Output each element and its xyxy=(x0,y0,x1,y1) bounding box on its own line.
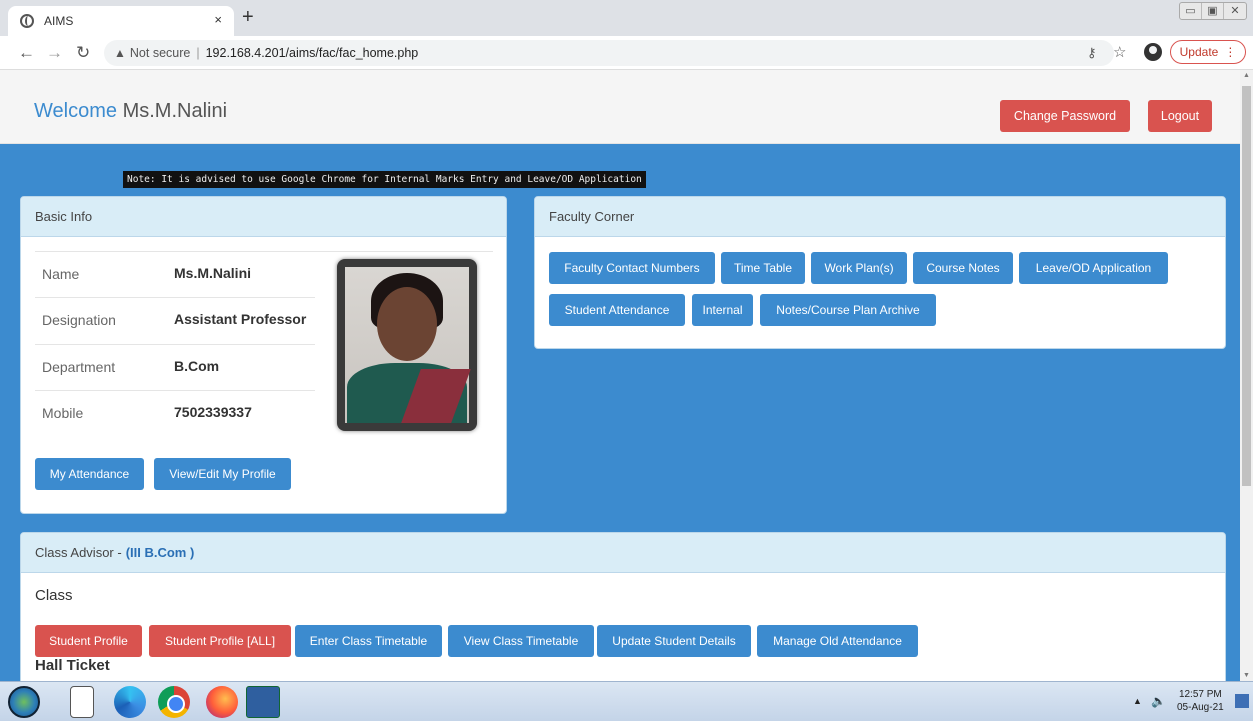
new-tab-button[interactable]: + xyxy=(242,6,254,29)
hall-ticket-heading: Hall Ticket xyxy=(35,657,110,674)
star-icon[interactable]: ☆ xyxy=(1113,43,1126,61)
designation-label: Designation xyxy=(42,312,116,328)
class-advisor-title: Class Advisor - xyxy=(35,545,122,560)
name-value: Ms.M.Nalini xyxy=(174,265,252,281)
chrome-icon[interactable] xyxy=(158,686,190,718)
menu-dots-icon: ⋮ xyxy=(1224,45,1237,59)
update-label: Update xyxy=(1179,45,1219,59)
class-advisor-panel: Class Advisor - (III B.Com ) Class Stude… xyxy=(20,532,1226,681)
show-desktop-icon[interactable] xyxy=(1235,694,1249,708)
browser-tab[interactable]: AIMS × xyxy=(8,6,234,36)
clock-time: 12:57 PM xyxy=(1178,689,1222,700)
page-scrollbar[interactable]: ▲ ▼ xyxy=(1240,70,1253,681)
mobile-label: Mobile xyxy=(42,405,84,421)
faculty-contact-numbers-button[interactable]: Faculty Contact Numbers xyxy=(549,252,715,284)
browser-tab-bar: AIMS × + ▭ ▣ ✕ xyxy=(0,0,1253,36)
tray-expand-icon[interactable]: ▲ xyxy=(1133,696,1142,706)
address-bar-row: ← → ↻ ▲ Not secure | 192.168.4.201/aims/… xyxy=(0,36,1253,70)
welcome-label: Welcome xyxy=(34,100,117,122)
browser-note: Note: It is advised to use Google Chrome… xyxy=(123,171,646,188)
faculty-corner-panel: Faculty Corner Faculty Contact Numbers T… xyxy=(534,196,1226,349)
faculty-corner-title: Faculty Corner xyxy=(535,197,1225,237)
leave-od-application-button[interactable]: Leave/OD Application xyxy=(1019,252,1168,284)
class-advisor-class: (III B.Com ) xyxy=(125,545,195,560)
page-content: Welcome Ms.M.Nalini Change Password Logo… xyxy=(0,70,1240,681)
my-attendance-button[interactable]: My Attendance xyxy=(35,458,144,490)
course-notes-button[interactable]: Course Notes xyxy=(913,252,1013,284)
class-advisor-header: Class Advisor - (III B.Com ) xyxy=(21,533,1225,573)
clock[interactable]: 12:57 PM 05-Aug-21 xyxy=(1177,688,1224,714)
change-password-button[interactable]: Change Password xyxy=(1000,100,1130,132)
url-input[interactable]: ▲ Not secure | 192.168.4.201/aims/fac/fa… xyxy=(104,40,1114,66)
minimize-button[interactable]: ▭ xyxy=(1180,3,1202,19)
tally-erp-icon[interactable] xyxy=(70,686,94,718)
student-attendance-button[interactable]: Student Attendance xyxy=(549,294,685,326)
firefox-icon[interactable] xyxy=(206,686,238,718)
logout-button[interactable]: Logout xyxy=(1148,100,1212,132)
profile-icon[interactable] xyxy=(1144,43,1162,61)
globe-icon xyxy=(20,14,34,28)
close-window-button[interactable]: ✕ xyxy=(1224,3,1246,19)
tab-close-button[interactable]: × xyxy=(214,12,222,27)
info-row-designation: Designation Assistant Professor xyxy=(35,297,315,343)
back-arrow-icon[interactable]: ← xyxy=(18,43,35,63)
start-button-icon[interactable] xyxy=(8,686,40,718)
info-row-department: Department B.Com xyxy=(35,344,315,390)
warning-icon: ▲ xyxy=(114,46,126,60)
url-text: 192.168.4.201/aims/fac/fac_home.php xyxy=(205,46,419,60)
volume-icon[interactable]: 🔈 xyxy=(1151,694,1166,708)
user-name: Ms.M.Nalini xyxy=(122,100,228,122)
class-section-label: Class xyxy=(35,587,73,604)
basic-info-panel: Basic Info Name Ms.M.Nalini Designation … xyxy=(20,196,507,514)
manage-old-attendance-button[interactable]: Manage Old Attendance xyxy=(757,625,918,657)
designation-value: Assistant Professor xyxy=(174,311,307,327)
url-separator: | xyxy=(196,46,200,60)
update-student-details-button[interactable]: Update Student Details xyxy=(597,625,751,657)
forward-arrow-icon[interactable]: → xyxy=(46,43,63,63)
student-profile-button[interactable]: Student Profile xyxy=(35,625,142,657)
edge-icon[interactable] xyxy=(114,686,146,718)
clock-date: 05-Aug-21 xyxy=(1177,702,1224,713)
page-header: Welcome Ms.M.Nalini Change Password Logo… xyxy=(0,70,1240,144)
security-label: Not secure xyxy=(129,46,191,60)
scroll-up-icon[interactable]: ▲ xyxy=(1243,72,1250,79)
windows-taskbar: ▲ 🔈 12:57 PM 05-Aug-21 xyxy=(0,681,1253,721)
department-value: B.Com xyxy=(174,358,220,374)
info-row-name: Name Ms.M.Nalini xyxy=(35,251,315,297)
name-label: Name xyxy=(42,266,80,282)
key-icon[interactable]: ⚷ xyxy=(1087,45,1097,61)
scroll-thumb[interactable] xyxy=(1242,86,1251,486)
mobile-value: 7502339337 xyxy=(174,404,252,420)
welcome-heading: Welcome Ms.M.Nalini xyxy=(34,100,227,123)
notes-course-plan-archive-button[interactable]: Notes/Course Plan Archive xyxy=(760,294,936,326)
reload-icon[interactable]: ↻ xyxy=(76,43,90,63)
internal-button[interactable]: Internal xyxy=(692,294,753,326)
enter-class-timetable-button[interactable]: Enter Class Timetable xyxy=(295,625,442,657)
view-edit-profile-button[interactable]: View/Edit My Profile xyxy=(154,458,291,490)
tab-title: AIMS xyxy=(44,14,74,28)
maximize-button[interactable]: ▣ xyxy=(1202,3,1224,19)
user-app-icon[interactable] xyxy=(246,686,280,718)
view-class-timetable-button[interactable]: View Class Timetable xyxy=(448,625,594,657)
work-plans-button[interactable]: Work Plan(s) xyxy=(811,252,907,284)
student-profile-all-button[interactable]: Student Profile [ALL] xyxy=(149,625,291,657)
system-tray: ▲ 🔈 12:57 PM 05-Aug-21 xyxy=(1123,682,1253,722)
info-row-mobile: Mobile 7502339337 xyxy=(35,390,315,436)
window-controls: ▭ ▣ ✕ xyxy=(1179,2,1247,20)
update-button[interactable]: Update ⋮ xyxy=(1170,40,1246,64)
scroll-down-icon[interactable]: ▼ xyxy=(1243,672,1250,679)
time-table-button[interactable]: Time Table xyxy=(721,252,805,284)
basic-info-title: Basic Info xyxy=(21,197,506,237)
department-label: Department xyxy=(42,359,116,375)
profile-photo xyxy=(337,259,477,431)
